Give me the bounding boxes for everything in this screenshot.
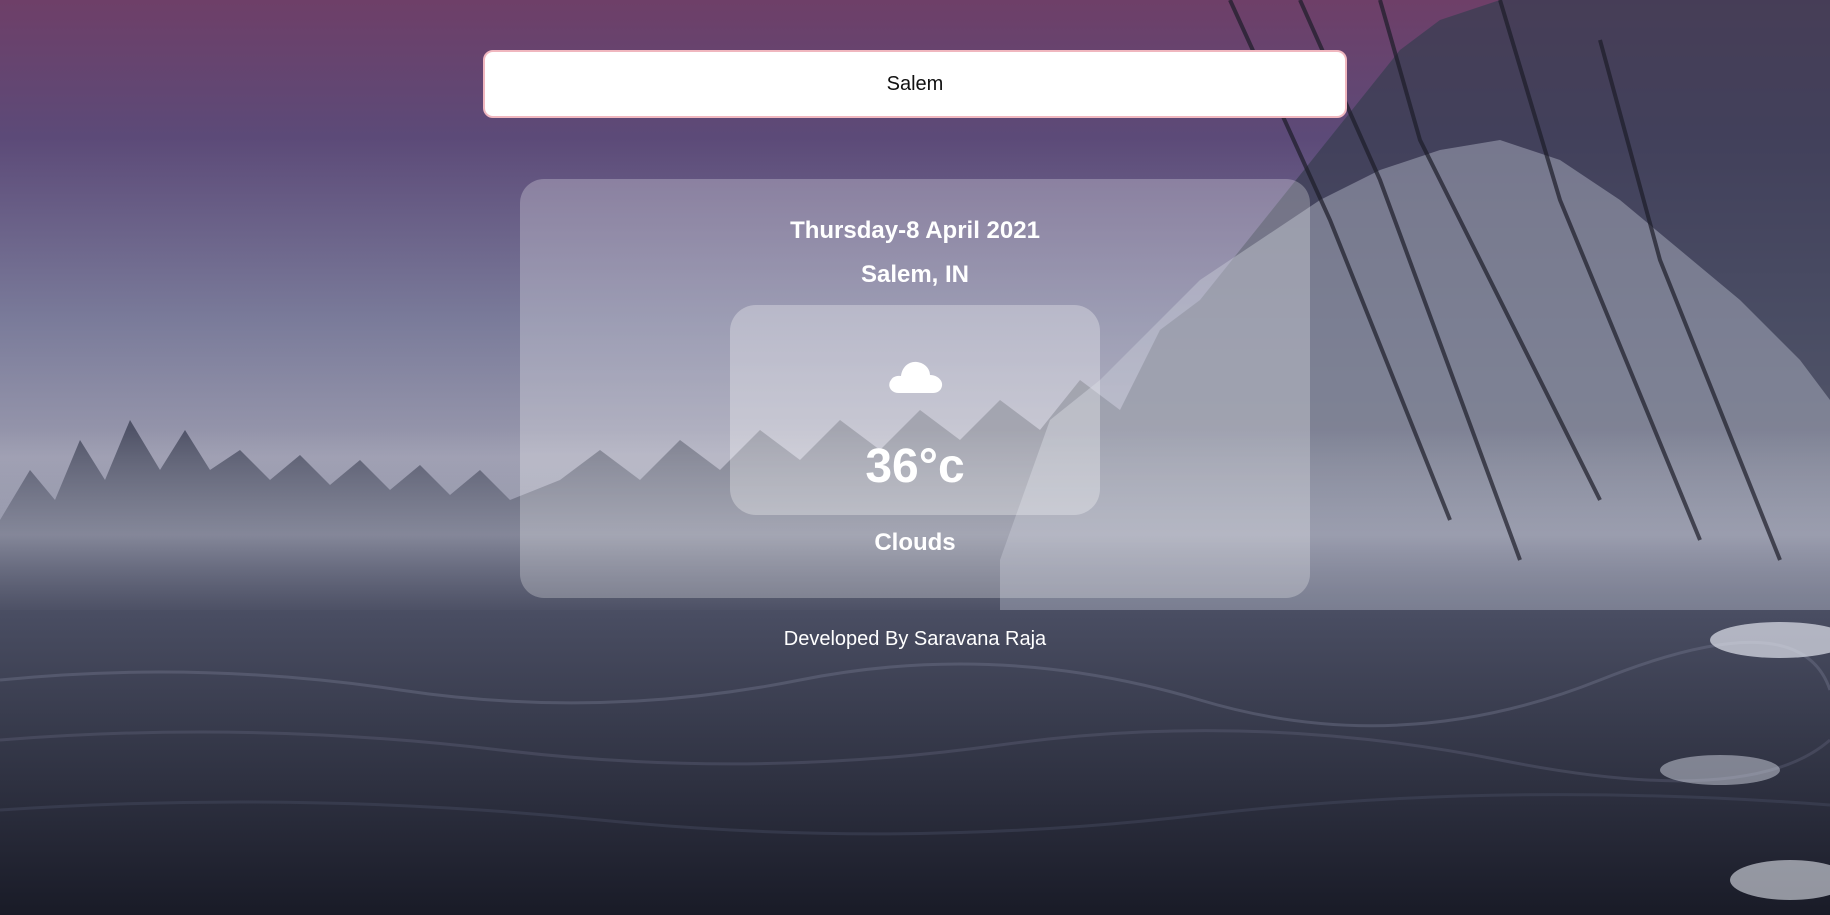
condition-label: Clouds <box>874 529 956 556</box>
date-label: Thursday-8 April 2021 <box>790 217 1040 244</box>
location-label: Salem, IN <box>860 261 970 288</box>
search-bar[interactable] <box>483 50 1347 118</box>
weather-card: Thursday-8 April 2021 Salem, IN 36°c Clo… <box>520 179 1310 598</box>
temperature-panel: 36°c <box>730 305 1100 515</box>
temperature-value: 36°c <box>865 440 965 493</box>
city-search-input[interactable] <box>483 50 1347 118</box>
cloud-icon <box>885 355 945 395</box>
developer-credit: Developed By Saravana Raja <box>783 628 1047 650</box>
